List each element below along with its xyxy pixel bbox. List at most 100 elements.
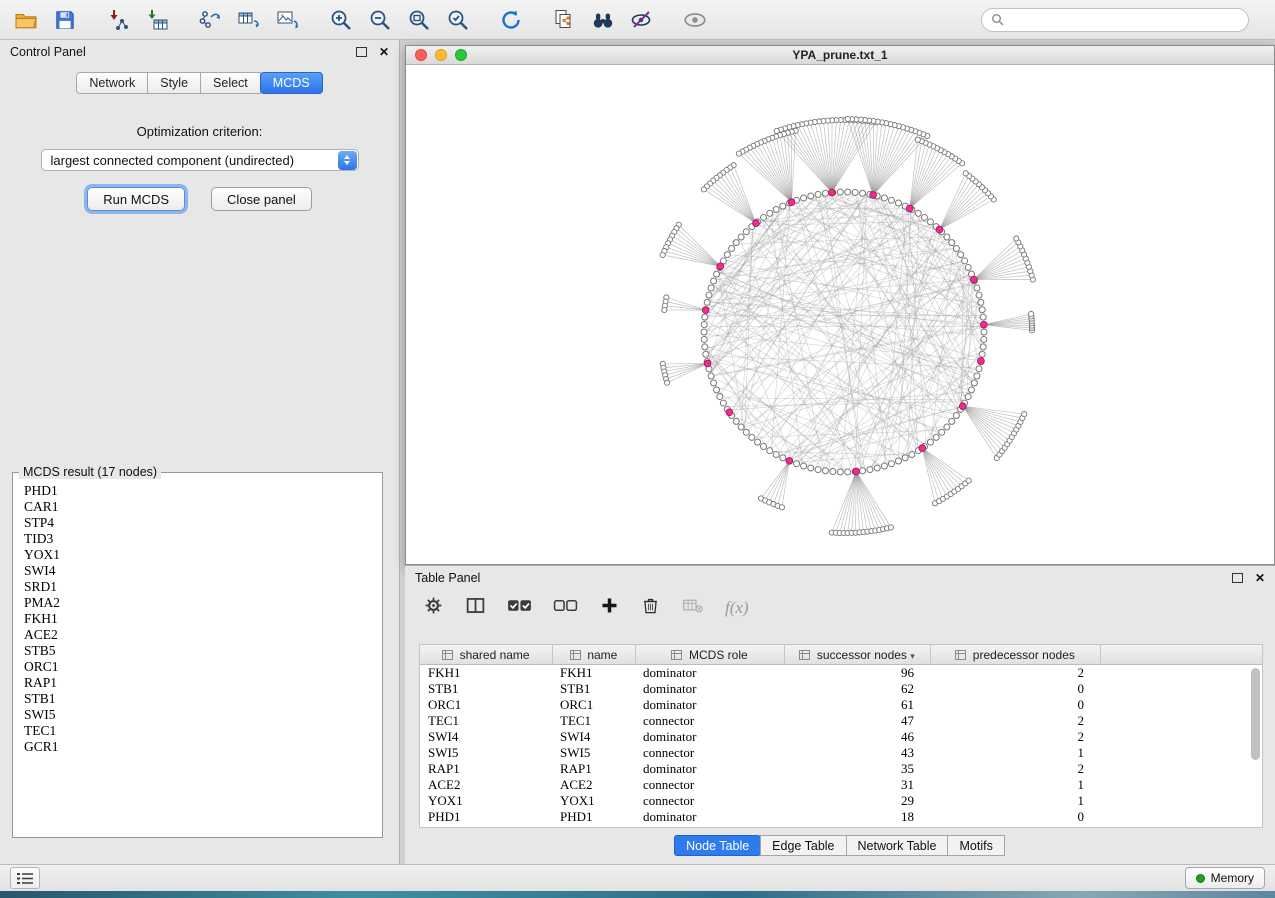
zoom-in-button[interactable] [327, 6, 354, 33]
table-tab-network-table[interactable]: Network Table [846, 835, 949, 856]
mcds-result-item[interactable]: STB5 [24, 643, 380, 659]
table-row[interactable]: ORC1ORC1dominator610 [420, 697, 1262, 713]
table-cell[interactable]: 62 [784, 681, 930, 697]
table-cell[interactable]: dominator [635, 761, 784, 777]
table-cell[interactable]: 47 [784, 713, 930, 729]
table-cell[interactable]: TEC1 [552, 713, 635, 729]
mcds-result-item[interactable]: STB1 [24, 691, 380, 707]
table-row[interactable]: RAP1RAP1dominator352 [420, 761, 1262, 777]
table-row[interactable]: PHD1PHD1dominator180 [420, 809, 1262, 825]
column-header-shared-name[interactable]: shared name [420, 645, 552, 665]
table-cell[interactable]: RAP1 [420, 761, 552, 777]
export-table-button[interactable] [235, 6, 262, 33]
table-cell[interactable]: 35 [784, 761, 930, 777]
control-tab-network[interactable]: Network [76, 72, 148, 94]
criterion-dropdown[interactable]: largest connected component (undirected) [41, 149, 359, 171]
status-menu-button[interactable] [10, 867, 40, 889]
table-cell[interactable]: YOX1 [420, 793, 552, 809]
mcds-result-item[interactable]: SRD1 [24, 579, 380, 595]
control-tab-style[interactable]: Style [148, 72, 201, 94]
table-cell[interactable]: 96 [784, 665, 930, 682]
import-network-button[interactable] [104, 6, 131, 33]
table-row[interactable]: SWI5SWI5connector431 [420, 745, 1262, 761]
table-cell[interactable]: connector [635, 793, 784, 809]
open-session-button[interactable] [12, 6, 39, 33]
table-cell[interactable]: 2 [930, 729, 1100, 745]
select-all-button[interactable] [507, 596, 532, 620]
table-cell[interactable]: SWI5 [552, 745, 635, 761]
table-cell[interactable]: 29 [784, 793, 930, 809]
close-panel-icon[interactable]: ✕ [379, 46, 389, 58]
table-cell[interactable]: ACE2 [420, 777, 552, 793]
export-image-button[interactable] [274, 6, 301, 33]
table-cell[interactable]: dominator [635, 729, 784, 745]
float-panel-icon[interactable] [356, 47, 367, 57]
table-cell[interactable]: 0 [930, 681, 1100, 697]
table-cell[interactable]: dominator [635, 697, 784, 713]
mcds-result-item[interactable]: STP4 [24, 515, 380, 531]
save-session-button[interactable] [51, 6, 78, 33]
table-cell[interactable]: STB1 [420, 681, 552, 697]
mcds-result-item[interactable]: ORC1 [24, 659, 380, 675]
hide-selected-button[interactable] [628, 6, 655, 33]
control-tab-select[interactable]: Select [201, 72, 261, 94]
table-tab-edge-table[interactable]: Edge Table [760, 835, 846, 856]
mcds-result-item[interactable]: SWI4 [24, 563, 380, 579]
table-cell[interactable]: 2 [930, 665, 1100, 682]
column-header-name[interactable]: name [552, 645, 635, 665]
zoom-selected-button[interactable] [444, 6, 471, 33]
table-cell[interactable]: 1 [930, 745, 1100, 761]
table-cell[interactable]: ORC1 [420, 697, 552, 713]
column-header-predecessor-nodes[interactable]: predecessor nodes [930, 645, 1100, 665]
mcds-result-item[interactable]: FKH1 [24, 611, 380, 627]
table-cell[interactable]: ORC1 [552, 697, 635, 713]
table-cell[interactable]: 61 [784, 697, 930, 713]
table-cell[interactable]: YOX1 [552, 793, 635, 809]
network-canvas[interactable] [406, 64, 1274, 563]
table-cell[interactable]: 18 [784, 809, 930, 825]
maximize-window-icon[interactable] [455, 49, 467, 61]
table-cell[interactable]: FKH1 [420, 665, 552, 682]
mcds-result-item[interactable]: GCR1 [24, 739, 380, 755]
table-cell[interactable]: RAP1 [552, 761, 635, 777]
mcds-result-item[interactable]: CAR1 [24, 499, 380, 515]
network-window-titlebar[interactable]: YPA_prune.txt_1 [406, 46, 1274, 65]
table-cell[interactable]: 2 [930, 713, 1100, 729]
mcds-result-item[interactable]: PMA2 [24, 595, 380, 611]
mcds-result-item[interactable]: RAP1 [24, 675, 380, 691]
close-window-icon[interactable] [415, 49, 427, 61]
table-cell[interactable]: ACE2 [552, 777, 635, 793]
table-cell[interactable]: dominator [635, 665, 784, 682]
table-cell[interactable]: connector [635, 713, 784, 729]
search-input[interactable] [1010, 12, 1239, 28]
zoom-out-button[interactable] [366, 6, 393, 33]
run-mcds-button[interactable]: Run MCDS [87, 187, 185, 211]
table-cell[interactable]: 1 [930, 777, 1100, 793]
table-cell[interactable]: dominator [635, 681, 784, 697]
close-table-panel-icon[interactable]: ✕ [1255, 572, 1265, 584]
table-cell[interactable]: 0 [930, 697, 1100, 713]
column-header-successor-nodes[interactable]: successor nodes ▾ [784, 645, 930, 665]
table-cell[interactable]: 46 [784, 729, 930, 745]
table-row[interactable]: STB1STB1dominator620 [420, 681, 1262, 697]
memory-button[interactable]: Memory [1185, 867, 1265, 889]
table-row[interactable]: FKH1FKH1dominator962 [420, 665, 1262, 682]
table-cell[interactable]: 43 [784, 745, 930, 761]
table-settings-button[interactable] [423, 595, 444, 621]
table-cell[interactable]: connector [635, 745, 784, 761]
mcds-result-item[interactable]: ACE2 [24, 627, 380, 643]
import-table-button[interactable] [143, 6, 170, 33]
show-hide-panel-button[interactable] [681, 6, 708, 33]
scrollbar-thumb[interactable] [1251, 668, 1260, 760]
control-tab-mcds[interactable]: MCDS [260, 72, 323, 94]
first-neighbors-button[interactable] [589, 6, 616, 33]
table-cell[interactable]: FKH1 [552, 665, 635, 682]
table-cell[interactable]: SWI4 [420, 729, 552, 745]
table-cell[interactable]: dominator [635, 809, 784, 825]
table-cell[interactable]: 0 [930, 809, 1100, 825]
search-field[interactable] [981, 8, 1249, 32]
deselect-all-button[interactable] [553, 596, 578, 620]
show-columns-button[interactable] [465, 595, 486, 621]
table-cell[interactable]: SWI5 [420, 745, 552, 761]
minimize-window-icon[interactable] [435, 49, 447, 61]
